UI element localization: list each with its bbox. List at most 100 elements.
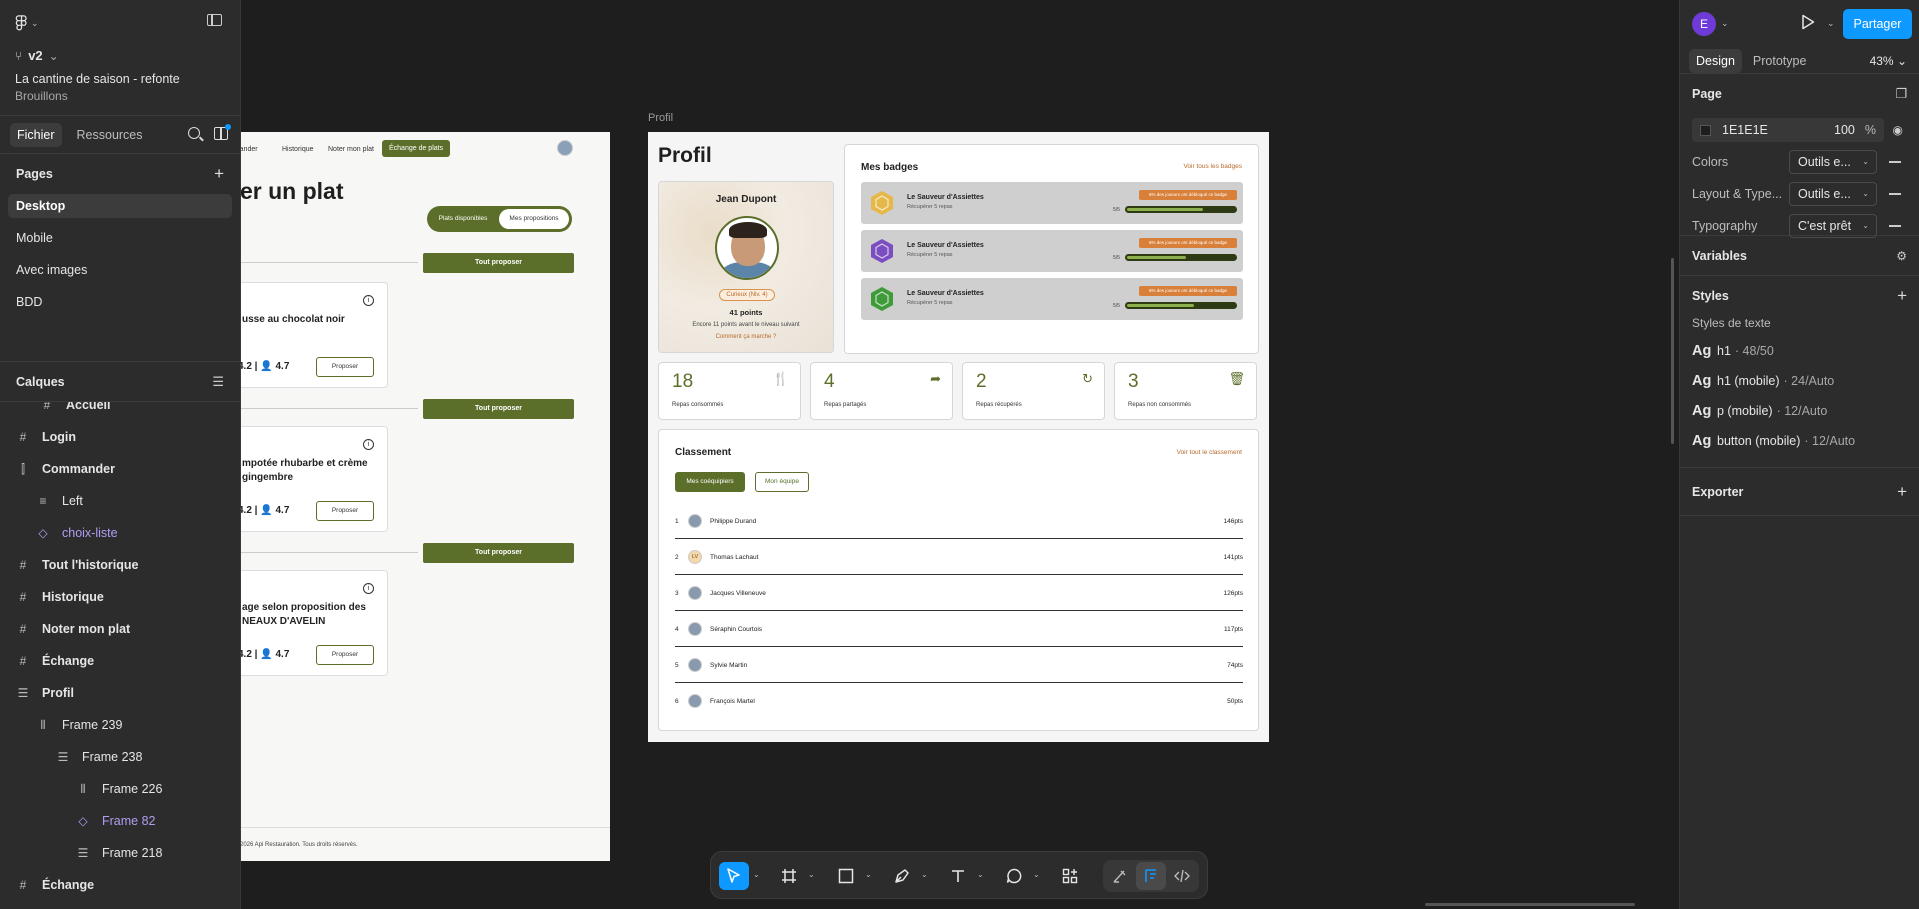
remove-library-icon[interactable] [1889,193,1901,195]
chevron-down-icon[interactable]: ⌄ [808,870,815,879]
comment-tool-button[interactable] [999,862,1029,890]
layer-item[interactable]: # Noter mon plat [0,617,240,641]
chevron-down-icon[interactable]: ⌄ [921,870,928,879]
tab-ressources[interactable]: Ressources [70,123,150,147]
nav-echange[interactable]: Échange de plats [382,140,451,157]
propose-button[interactable]: Proposer [316,357,374,377]
info-icon[interactable]: i [363,439,374,450]
collapse-layers-icon[interactable]: ☰ [212,374,224,390]
text-style-item[interactable]: Ag h1 (mobile) · 24/Auto [1692,366,1907,396]
nav-historique[interactable]: Historique [282,146,314,153]
layer-item[interactable]: ⫴ Frame 226 [0,777,240,801]
propose-button[interactable]: Proposer [316,645,374,665]
chevron-down-icon[interactable]: ⌄ [865,870,872,879]
frame-profil[interactable]: Profil Jean Dupont Curieux (Niv. 4) 41 p… [648,132,1269,742]
full-ranking-link[interactable]: Voir tout le classement [1177,449,1242,456]
move-tool-button[interactable] [719,862,749,890]
how-it-works-link[interactable]: Comment ça marche ? [659,334,833,340]
badge-row[interactable]: Le Sauveur d'Assiettes Récupérer 5 repas 5… [861,182,1243,224]
layer-item[interactable]: ≡ Left [0,489,240,513]
ranking-row[interactable]: 5 Sylvie Martin 74pts [675,648,1243,683]
page-item[interactable]: Avec images [8,258,232,282]
ranking-row[interactable]: 2 LV Thomas Lachaut 141pts [675,540,1243,575]
chevron-down-icon[interactable]: ⌄ [1827,18,1835,29]
ranking-row[interactable]: 1 Philippe Durand 146pts [675,504,1243,539]
layer-item[interactable]: # Accueil [0,402,240,417]
ranking-row[interactable]: 3 Jacques Villeneuve 126pts [675,576,1243,611]
shape-tool-button[interactable] [831,862,861,890]
page-settings-icon[interactable]: ❐ [1895,74,1907,114]
layer-item[interactable]: ◇ Frame 82 [0,809,240,833]
avatar[interactable] [557,140,573,156]
badge-row[interactable]: Le Sauveur d'Assiettes Récupérer 5 repas 5… [861,278,1243,320]
page-fill-hex[interactable]: 1E1E1E [1722,123,1768,137]
page-item[interactable]: Desktop [8,194,232,218]
zoom-dropdown[interactable]: 43% ⌄ [1870,54,1907,68]
all-badges-link[interactable]: Voir tous les badges [1183,163,1242,170]
layer-item[interactable]: ☰ Frame 238 [0,745,240,769]
chevron-down-icon[interactable]: ⌄ [1033,870,1040,879]
main-menu-button[interactable]: ⌄ [15,12,225,34]
version-selector[interactable]: ⑂ v2 ⌄ [15,48,225,63]
horizontal-scrollbar[interactable] [1425,903,1635,906]
layer-item[interactable]: # Échange [0,873,240,897]
layer-item[interactable]: # Login [0,425,240,449]
layer-item[interactable]: ⫴ Frame 239 [0,713,240,737]
vertical-scrollbar[interactable] [1671,258,1674,444]
page-item[interactable]: BDD [8,290,232,314]
frame-label-profil[interactable]: Profil [648,112,673,124]
share-button[interactable]: Partager [1843,9,1912,39]
text-style-item[interactable]: Ag button (mobile) · 12/Auto [1692,426,1907,456]
layer-item[interactable]: # Tout l'historique [0,553,240,577]
layer-item[interactable]: ⫿ Commander [0,457,240,481]
tab-fichier[interactable]: Fichier [10,122,62,147]
badge-row[interactable]: Le Sauveur d'Assiettes Récupérer 5 repas 5… [861,230,1243,272]
chevron-down-icon[interactable]: ⌄ [753,870,760,879]
layer-item[interactable]: #Admin/Quantités [0,905,240,909]
nav-noter[interactable]: Noter mon plat [328,146,374,153]
sidebar-toggle-icon[interactable] [207,14,222,26]
library-icon[interactable] [214,124,231,140]
layer-item[interactable]: ◇ choix-liste [0,521,240,545]
play-icon[interactable] [1801,14,1815,30]
text-tool-button[interactable] [943,862,973,890]
library-dropdown[interactable]: Outils e... ⌄ [1789,150,1877,174]
file-name[interactable]: La cantine de saison - refonte [15,72,225,86]
propose-all-button[interactable]: Tout proposer [423,543,574,563]
dev-mode-button[interactable] [1167,862,1197,890]
page-fill-opacity[interactable]: 100 [1834,123,1855,137]
eye-icon[interactable]: ◉ [1893,123,1903,137]
toggle-mes-propositions[interactable]: Mes propositions [499,209,569,229]
propose-all-button[interactable]: Tout proposer [423,253,574,273]
add-export-icon[interactable]: + [1897,468,1907,516]
toggle-plats-disponibles[interactable]: Plats disponibles [430,209,496,229]
tab-my-team[interactable]: Mon équipe [755,472,809,492]
layer-item[interactable]: ☰ Profil [0,681,240,705]
add-page-icon[interactable]: + [214,164,224,184]
library-dropdown[interactable]: C'est prêt ⌄ [1789,214,1877,238]
remove-library-icon[interactable] [1889,161,1901,163]
variables-settings-icon[interactable]: ⚙ [1896,236,1907,276]
file-location[interactable]: Brouillons [15,89,225,103]
chevron-down-icon[interactable]: ⌄ [1721,18,1729,29]
add-style-icon[interactable]: + [1897,276,1907,316]
tab-prototype[interactable]: Prototype [1746,49,1814,73]
layer-item[interactable]: ☰ Frame 218 [0,841,240,865]
draw-mode-button[interactable] [1105,862,1135,890]
text-style-item[interactable]: Ag p (mobile) · 12/Auto [1692,396,1907,426]
layer-item[interactable]: # Échange [0,649,240,673]
chevron-down-icon[interactable]: ⌄ [977,870,984,879]
page-item[interactable]: Mobile [8,226,232,250]
search-icon[interactable] [188,127,200,139]
page-fill-input[interactable]: 1E1E1E 100 % [1692,118,1884,142]
propose-button[interactable]: Proposer [316,501,374,521]
canvas[interactable]: mmander Historique Noter mon plat Échang… [0,0,1679,909]
design-mode-button[interactable] [1136,862,1166,890]
frame-tool-button[interactable] [774,862,804,890]
info-icon[interactable]: i [363,583,374,594]
resources-tool-button[interactable] [1055,862,1085,890]
view-toggle[interactable]: Plats disponibles Mes propositions [427,206,572,232]
color-swatch[interactable] [1700,124,1711,136]
layer-item[interactable]: # Historique [0,585,240,609]
propose-all-button[interactable]: Tout proposer [423,399,574,419]
